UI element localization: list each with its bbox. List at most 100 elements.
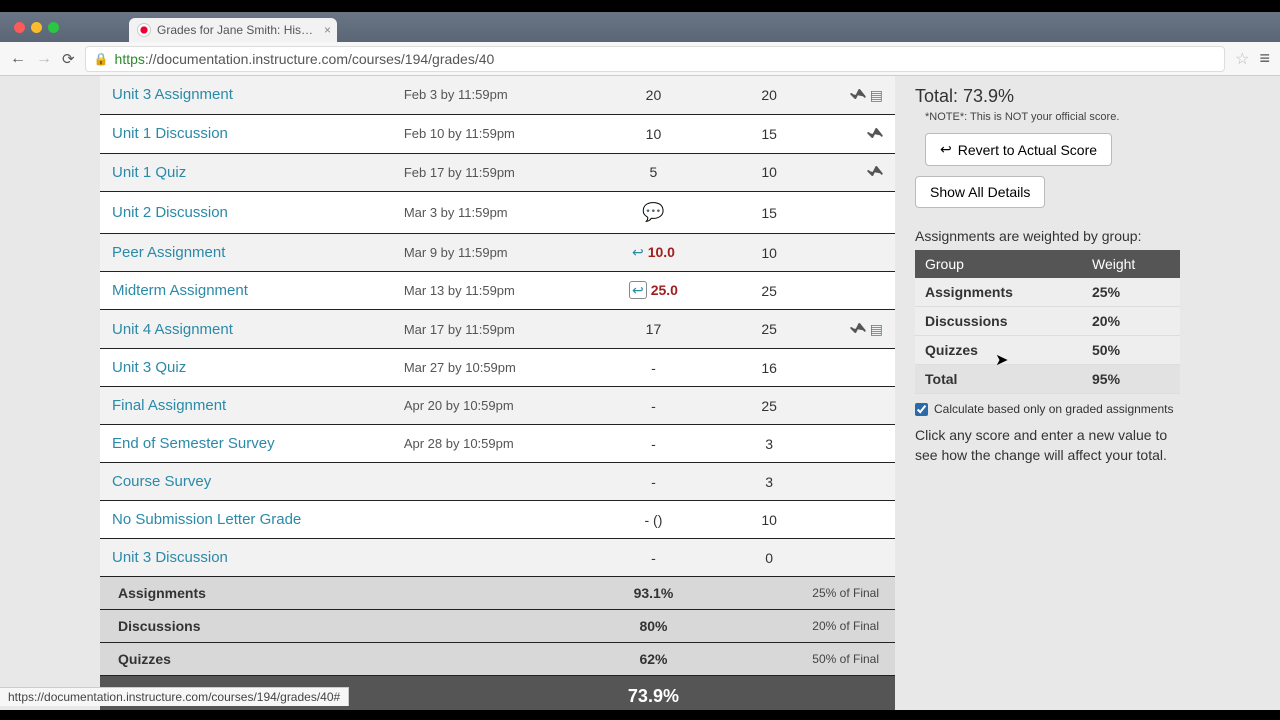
summary-percent: 62% bbox=[583, 643, 724, 676]
score-cell[interactable]: - bbox=[583, 349, 724, 387]
assignment-link[interactable]: Final Assignment bbox=[112, 397, 226, 414]
row-icons bbox=[814, 234, 895, 272]
score-cell[interactable]: 17 bbox=[583, 310, 724, 349]
due-date: Feb 3 by 11:59pm bbox=[392, 76, 583, 114]
table-row: Unit 3 QuizMar 27 by 10:59pm-16 bbox=[100, 349, 895, 387]
reload-button[interactable]: ⟳ bbox=[62, 50, 75, 68]
assignment-link[interactable]: Unit 1 Quiz bbox=[112, 164, 186, 181]
row-icons bbox=[814, 272, 895, 310]
row-icons bbox=[814, 349, 895, 387]
sidebar-hint: Click any score and enter a new value to… bbox=[915, 426, 1180, 465]
revert-score-button[interactable]: ↩ Revert to Actual Score bbox=[925, 133, 1112, 166]
reply-icon[interactable]: ↩ bbox=[629, 281, 647, 299]
row-icons bbox=[814, 153, 895, 192]
score-cell[interactable]: ↩25.0 bbox=[583, 272, 724, 310]
forward-button: → bbox=[36, 50, 52, 68]
score-cell[interactable]: - bbox=[583, 463, 724, 501]
assignment-link[interactable]: Unit 4 Assignment bbox=[112, 321, 233, 338]
url-path: ://documentation.instructure.com/courses… bbox=[145, 51, 494, 67]
score-value[interactable]: 20 bbox=[646, 87, 662, 103]
assignment-link[interactable]: No Submission Letter Grade bbox=[112, 511, 301, 528]
grades-table: Unit 3 AssignmentFeb 3 by 11:59pm2020▤Un… bbox=[100, 76, 895, 718]
table-row: End of Semester SurveyApr 28 by 10:59pm-… bbox=[100, 425, 895, 463]
grades-table-panel: Unit 3 AssignmentFeb 3 by 11:59pm2020▤Un… bbox=[100, 76, 895, 720]
back-button[interactable]: ← bbox=[10, 50, 26, 68]
weights-table: Group Weight Assignments25%Discussions20… bbox=[915, 250, 1180, 394]
reply-icon[interactable]: ↩ bbox=[632, 244, 644, 260]
score-cell[interactable]: 10 bbox=[583, 114, 724, 153]
score-cell[interactable]: - bbox=[583, 425, 724, 463]
score-value[interactable]: - bbox=[651, 474, 656, 490]
score-cell[interactable]: 20 bbox=[583, 76, 724, 114]
weights-header-group: Group bbox=[915, 250, 1082, 278]
summary-percent: 93.1% bbox=[583, 577, 724, 610]
assignment-link[interactable]: Unit 1 Discussion bbox=[112, 125, 228, 142]
weight-row: Quizzes50% bbox=[915, 336, 1180, 365]
bookmark-star-icon[interactable]: ☆ bbox=[1235, 49, 1249, 69]
score-cell[interactable]: - bbox=[583, 539, 724, 577]
due-date: Feb 10 by 11:59pm bbox=[392, 114, 583, 153]
score-value[interactable]: 17 bbox=[646, 321, 662, 337]
canvas-favicon-icon bbox=[137, 23, 151, 37]
score-cell[interactable]: ↩10.0 bbox=[583, 234, 724, 272]
window-controls[interactable] bbox=[14, 22, 59, 33]
weight-value: 20% bbox=[1082, 307, 1180, 336]
assignment-link[interactable]: Unit 3 Assignment bbox=[112, 86, 233, 103]
score-cell[interactable]: 💬 bbox=[583, 192, 724, 234]
score-value[interactable]: - bbox=[651, 398, 656, 414]
os-titlebar bbox=[0, 0, 1280, 12]
score-value[interactable]: 5 bbox=[650, 164, 658, 180]
zoom-window-icon[interactable] bbox=[48, 22, 59, 33]
max-points: 25 bbox=[724, 272, 815, 310]
sidebar-note: *NOTE*: This is NOT your official score. bbox=[925, 111, 1180, 123]
max-points: 10 bbox=[724, 501, 815, 539]
assignment-link[interactable]: Unit 2 Discussion bbox=[112, 204, 228, 221]
score-value[interactable]: - () bbox=[645, 512, 663, 528]
close-tab-icon[interactable]: × bbox=[324, 23, 331, 37]
assignment-link[interactable]: Unit 3 Quiz bbox=[112, 359, 186, 376]
rubric-icon[interactable]: ▤ bbox=[870, 321, 883, 338]
due-date bbox=[392, 463, 583, 501]
show-all-details-button[interactable]: Show All Details bbox=[915, 176, 1045, 208]
summary-of: 50% of Final bbox=[724, 643, 895, 676]
browser-addressbar: ← → ⟳ 🔒 https://documentation.instructur… bbox=[0, 42, 1280, 76]
score-value[interactable]: - bbox=[651, 360, 656, 376]
assignment-link[interactable]: Midterm Assignment bbox=[112, 282, 248, 299]
weight-row: Discussions20% bbox=[915, 307, 1180, 336]
assignment-link[interactable]: Peer Assignment bbox=[112, 244, 225, 261]
row-icons bbox=[814, 114, 895, 153]
calculate-graded-only-row[interactable]: Calculate based only on graded assignmen… bbox=[915, 402, 1180, 416]
assignment-link[interactable]: Course Survey bbox=[112, 473, 211, 490]
summary-of: 25% of Final bbox=[724, 577, 895, 610]
letterbox bbox=[0, 710, 1280, 720]
score-cell[interactable]: 5 bbox=[583, 153, 724, 192]
graded-check-icon bbox=[867, 164, 883, 181]
max-points: 16 bbox=[724, 349, 815, 387]
weights-header-weight: Weight bbox=[1082, 250, 1180, 278]
close-window-icon[interactable] bbox=[14, 22, 25, 33]
minimize-window-icon[interactable] bbox=[31, 22, 42, 33]
assignment-link[interactable]: End of Semester Survey bbox=[112, 435, 275, 452]
summary-row: Discussions80%20% of Final bbox=[100, 610, 895, 643]
url-field[interactable]: 🔒 https://documentation.instructure.com/… bbox=[85, 46, 1226, 72]
comment-icon[interactable]: 💬 bbox=[642, 202, 664, 222]
score-cell[interactable]: - bbox=[583, 387, 724, 425]
summary-of: 20% of Final bbox=[724, 610, 895, 643]
max-points: 3 bbox=[724, 463, 815, 501]
table-row: Unit 1 QuizFeb 17 by 11:59pm510 bbox=[100, 153, 895, 192]
score-value[interactable]: - bbox=[651, 436, 656, 452]
browser-tab[interactable]: Grades for Jane Smith: His… × bbox=[129, 18, 337, 42]
assignment-link[interactable]: Unit 3 Discussion bbox=[112, 549, 228, 566]
score-value[interactable]: - bbox=[651, 550, 656, 566]
weight-value: 95% bbox=[1082, 365, 1180, 394]
weight-value: 25% bbox=[1082, 278, 1180, 307]
browser-tabbar: Grades for Jane Smith: His… × bbox=[0, 12, 1280, 42]
score-cell[interactable]: - () bbox=[583, 501, 724, 539]
browser-menu-icon[interactable]: ≡ bbox=[1259, 48, 1270, 69]
score-value[interactable]: 25.0 bbox=[651, 282, 678, 298]
calculate-graded-only-checkbox[interactable] bbox=[915, 403, 928, 416]
row-icons bbox=[814, 192, 895, 234]
score-value[interactable]: 10.0 bbox=[648, 244, 675, 260]
score-value[interactable]: 10 bbox=[646, 126, 662, 142]
rubric-icon[interactable]: ▤ bbox=[870, 87, 883, 104]
